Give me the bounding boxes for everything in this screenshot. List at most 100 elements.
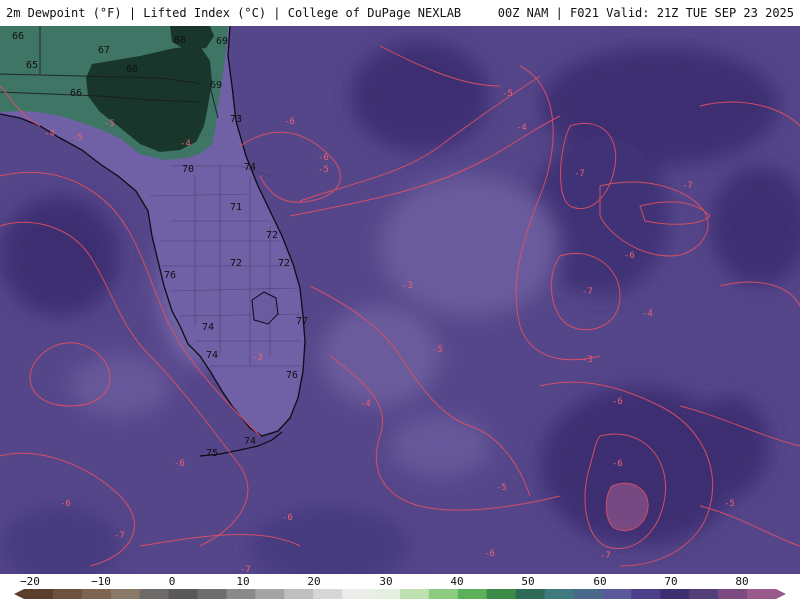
dewpoint-label: 68 bbox=[174, 35, 186, 46]
colorbar-tick-label: 0 bbox=[168, 575, 176, 588]
colorbar-tick-label: 70 bbox=[664, 575, 678, 588]
colorbar-cell bbox=[515, 589, 546, 599]
lifted-index-label: -5 bbox=[318, 165, 329, 175]
colorbar-cell bbox=[52, 589, 83, 599]
colorbar-left-arrow bbox=[14, 589, 24, 599]
lifted-index-label: -4 bbox=[360, 399, 371, 409]
dewpoint-label: 70 bbox=[182, 164, 194, 175]
colorbar-tick-label: 10 bbox=[236, 575, 250, 588]
dewpoint-label: 67 bbox=[78, 26, 90, 29]
colorbar-cell bbox=[428, 589, 459, 599]
colorbar-cell bbox=[689, 589, 719, 599]
colorbar-tick-label: 30 bbox=[379, 575, 393, 588]
lifted-index-label: -7 bbox=[114, 531, 125, 541]
colorbar-cell bbox=[371, 589, 401, 599]
lifted-index-label: -5 bbox=[432, 345, 443, 355]
dewpoint-label: 74 bbox=[206, 350, 218, 361]
lifted-index-label: -5 bbox=[72, 133, 83, 143]
dewpoint-label: 71 bbox=[230, 202, 242, 213]
colorbar-cells bbox=[24, 589, 777, 599]
colorbar-cell bbox=[139, 589, 170, 599]
lifted-index-label: -3 bbox=[252, 353, 263, 363]
colorbar-cell bbox=[313, 589, 343, 599]
lifted-index-label: -6 bbox=[282, 513, 293, 523]
colorbar-tick-label: 80 bbox=[735, 575, 749, 588]
lifted-index-label: -7 bbox=[682, 181, 693, 191]
dewpoint-label: 74 bbox=[202, 322, 214, 333]
colorbar-cell bbox=[342, 589, 372, 599]
dewpoint-colorbar: −20 −10 0 10 20 30 40 50 60 70 80 bbox=[0, 574, 800, 600]
colorbar-right-arrow bbox=[776, 589, 786, 599]
colorbar-cell bbox=[255, 589, 285, 599]
lifted-index-label: -6 bbox=[484, 549, 495, 559]
colorbar-cell bbox=[284, 589, 314, 599]
dewpoint-label: 76 bbox=[164, 270, 176, 281]
colorbar-tick-label: 60 bbox=[593, 575, 607, 588]
colorbar-cell bbox=[24, 589, 54, 599]
dewpoint-label: 69 bbox=[216, 36, 228, 47]
colorbar-cell bbox=[457, 589, 488, 599]
colorbar-cell bbox=[197, 589, 227, 599]
lifted-index-label: -7 bbox=[574, 169, 585, 179]
lifted-index-label: -4 bbox=[516, 123, 527, 133]
lifted-index-label: -6 bbox=[318, 153, 329, 163]
map-header: 2m Dewpoint (°F) | Lifted Index (°C) | C… bbox=[0, 0, 800, 26]
lifted-index-label: -5 bbox=[724, 499, 735, 509]
map-title: 2m Dewpoint (°F) | Lifted Index (°C) | C… bbox=[6, 6, 462, 20]
dewpoint-label: 66 bbox=[12, 31, 24, 42]
colorbar-tick-label: −10 bbox=[91, 575, 111, 588]
lifted-index-label: -7 bbox=[600, 551, 611, 561]
colorbar-cell bbox=[602, 589, 632, 599]
lifted-index-label: -6 bbox=[60, 499, 71, 509]
lifted-index-label: -4 bbox=[642, 309, 653, 319]
dewpoint-label: 67 bbox=[98, 45, 110, 56]
lifted-index-label: -3 bbox=[582, 355, 593, 365]
colorbar-strip bbox=[14, 589, 786, 599]
lifted-index-label: -5 bbox=[104, 119, 115, 129]
dewpoint-label: 72 bbox=[278, 258, 290, 269]
colorbar-cell bbox=[631, 589, 661, 599]
lifted-index-label: -7 bbox=[240, 565, 251, 574]
colorbar-cell bbox=[110, 589, 141, 599]
lifted-index-label: -6 bbox=[174, 459, 185, 469]
colorbar-cell bbox=[81, 589, 112, 599]
dewpoint-label: 74 bbox=[244, 436, 256, 447]
colorbar-tick-label: 40 bbox=[450, 575, 464, 588]
lifted-index-label: -6 bbox=[284, 117, 295, 127]
lifted-index-label: -4 bbox=[44, 129, 55, 139]
dewpoint-label: 68 bbox=[126, 64, 138, 75]
dewpoint-label: 69 bbox=[210, 80, 222, 91]
lifted-index-label: -3 bbox=[402, 281, 413, 291]
colorbar-cell bbox=[747, 589, 777, 599]
lifted-index-label: -6 bbox=[612, 397, 623, 407]
colorbar-cell bbox=[718, 589, 748, 599]
colorbar-cell bbox=[226, 589, 256, 599]
colorbar-cell bbox=[544, 589, 575, 599]
lifted-index-label: -7 bbox=[582, 287, 593, 297]
lifted-index-label: -5 bbox=[496, 483, 507, 493]
model-run-info: 00Z NAM | F021 Valid: 21Z TUE SEP 23 202… bbox=[497, 6, 794, 20]
lifted-index-label: -4 bbox=[180, 139, 191, 149]
colorbar-cell bbox=[660, 589, 690, 599]
colorbar-cell bbox=[168, 589, 199, 599]
lifted-index-label: -5 bbox=[502, 89, 513, 99]
dewpoint-label: 73 bbox=[230, 114, 242, 125]
dewpoint-label: 72 bbox=[266, 230, 278, 241]
dewpoint-label: 76 bbox=[286, 370, 298, 381]
colorbar-tick-label: 20 bbox=[307, 575, 321, 588]
forecast-map: 66 67 68 67 65 68 69 66 69 70 73 74 71 7… bbox=[0, 26, 800, 574]
colorbar-cell bbox=[486, 589, 517, 599]
forecast-map-canvas: 66 67 68 67 65 68 69 66 69 70 73 74 71 7… bbox=[0, 26, 800, 574]
dewpoint-label: 66 bbox=[70, 88, 82, 99]
lifted-index-label: -6 bbox=[612, 459, 623, 469]
lifted-index-label: -6 bbox=[624, 251, 635, 261]
colorbar-tick-label: −20 bbox=[20, 575, 40, 588]
colorbar-tick-label: 50 bbox=[521, 575, 535, 588]
dewpoint-label: 72 bbox=[230, 258, 242, 269]
dewpoint-label: 75 bbox=[206, 448, 218, 459]
dewpoint-label: 74 bbox=[244, 162, 256, 173]
colorbar-cell bbox=[573, 589, 603, 599]
colorbar-cell bbox=[400, 589, 430, 599]
dewpoint-label: 65 bbox=[26, 60, 38, 71]
dewpoint-label: 77 bbox=[296, 316, 308, 327]
